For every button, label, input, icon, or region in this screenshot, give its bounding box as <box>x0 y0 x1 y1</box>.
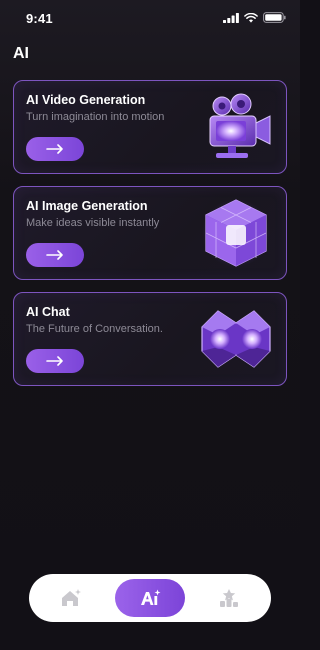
video-generation-go-button[interactable] <box>26 137 84 161</box>
page-title: AI <box>13 45 29 62</box>
battery-icon <box>263 12 286 23</box>
arrow-right-icon <box>46 144 63 154</box>
card-subtitle: Make ideas visible instantly <box>26 217 160 229</box>
cube-icon <box>202 199 270 267</box>
image-generation-go-button[interactable] <box>26 243 84 267</box>
video-generation-card[interactable]: AI Video Generation Turn imagination int… <box>13 80 287 174</box>
camera-icon <box>209 93 271 158</box>
status-bar: 9:41 <box>0 0 300 36</box>
arrow-right-icon <box>46 356 63 366</box>
card-title: AI Chat <box>26 305 70 319</box>
card-title: AI Image Generation <box>26 199 148 213</box>
nav-home[interactable] <box>51 579 91 617</box>
ai-sparkle-icon <box>141 589 161 605</box>
card-subtitle: The Future of Conversation. <box>26 323 163 335</box>
status-icons <box>223 12 286 23</box>
arrow-right-icon <box>46 250 63 260</box>
ai-screen: 9:41 AI AI Video Generation Turn imagina… <box>0 0 300 650</box>
bottom-nav <box>29 574 271 622</box>
image-generation-card[interactable]: AI Image Generation Make ideas visible i… <box>13 186 287 280</box>
home-sparkle-icon <box>62 589 81 606</box>
ai-chat-go-button[interactable] <box>26 349 84 373</box>
chat-icon <box>201 310 271 368</box>
nav-ai[interactable] <box>115 579 185 617</box>
wifi-icon <box>244 12 258 23</box>
ranking-icon <box>220 589 238 607</box>
status-time: 9:41 <box>26 11 53 26</box>
card-title: AI Video Generation <box>26 93 146 107</box>
card-subtitle: Turn imagination into motion <box>26 111 165 123</box>
signal-icon <box>223 12 239 23</box>
nav-ranking[interactable] <box>209 579 249 617</box>
ai-chat-card[interactable]: AI Chat The Future of Conversation. <box>13 292 287 386</box>
